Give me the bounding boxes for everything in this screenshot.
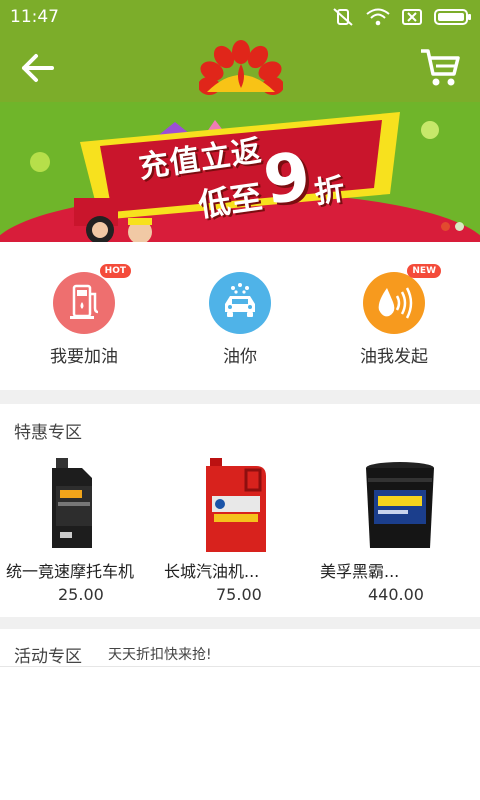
status-time: 11:47 bbox=[10, 7, 59, 27]
product-price: 440.00 bbox=[368, 585, 424, 604]
vibrate-off-icon bbox=[332, 7, 354, 27]
quick-action-label: 油你 bbox=[223, 347, 257, 367]
activities-title: 活动专区 bbox=[14, 647, 82, 667]
quick-action-label: 油我发起 bbox=[360, 347, 428, 367]
status-icons bbox=[332, 6, 472, 28]
promo-banner[interactable]: 充值立返 低至 9 折 bbox=[0, 102, 480, 242]
product-image bbox=[160, 452, 320, 557]
product-name: 统一竟速摩托车机 bbox=[6, 562, 135, 581]
product-card[interactable]: 美孚黑霸... 440.00 bbox=[320, 452, 480, 604]
quick-action-initiate[interactable]: NEW 油我发起 bbox=[324, 264, 464, 367]
back-button[interactable] bbox=[18, 50, 58, 86]
quick-action-label: 我要加油 bbox=[50, 347, 118, 367]
quick-action-refuel[interactable]: HOT 我要加油 bbox=[14, 264, 154, 367]
product-name: 长城汽油机... bbox=[164, 562, 260, 581]
wifi-icon bbox=[366, 8, 390, 26]
product-card[interactable]: 统一竟速摩托车机 25.00 bbox=[0, 452, 160, 604]
product-image bbox=[320, 452, 480, 557]
section-divider bbox=[0, 390, 480, 404]
quick-actions: HOT 我要加油 油你 NEW 油我发起 bbox=[0, 242, 480, 390]
banner-suffix: 折 bbox=[312, 172, 347, 211]
activities-divider bbox=[0, 666, 480, 667]
battery-icon bbox=[434, 8, 472, 26]
no-sim-icon bbox=[402, 9, 422, 25]
product-name: 美孚黑霸... bbox=[320, 562, 400, 581]
section-divider bbox=[0, 617, 480, 629]
status-bar: 11:47 bbox=[0, 0, 480, 34]
new-badge: NEW bbox=[407, 264, 441, 278]
specials-title: 特惠专区 bbox=[14, 423, 82, 443]
car-wash-icon bbox=[209, 272, 271, 334]
petrochina-logo bbox=[198, 40, 284, 98]
hot-badge: HOT bbox=[99, 264, 131, 278]
product-card[interactable]: 长城汽油机... 75.00 bbox=[160, 452, 320, 604]
shopping-cart-icon bbox=[421, 49, 460, 86]
product-image bbox=[0, 452, 160, 557]
banner-dot-1[interactable] bbox=[441, 222, 450, 231]
quick-action-carwash[interactable]: 油你 bbox=[170, 272, 310, 367]
oil-drop-signal-icon: NEW bbox=[363, 264, 441, 334]
banner-dot-2[interactable] bbox=[455, 222, 464, 231]
cart-button[interactable] bbox=[418, 46, 462, 88]
banner-line2: 低至 bbox=[195, 177, 265, 225]
activities-subtitle: 天天折扣快来抢! bbox=[108, 647, 212, 663]
arrow-left-icon bbox=[22, 54, 54, 82]
product-price: 75.00 bbox=[216, 585, 262, 604]
product-price: 25.00 bbox=[58, 585, 104, 604]
fuel-pump-icon: HOT bbox=[53, 264, 131, 334]
app-header bbox=[0, 34, 480, 102]
